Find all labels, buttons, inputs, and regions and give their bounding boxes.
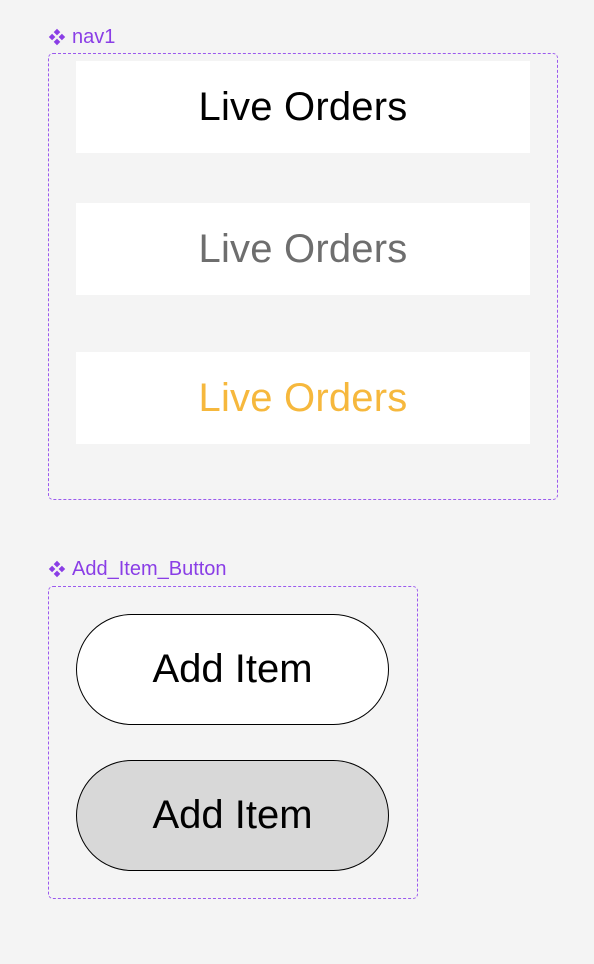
nav-item-label: Live Orders (198, 226, 408, 271)
component-diamond-icon (48, 560, 66, 578)
component-diamond-icon (48, 28, 66, 46)
nav-item-live-orders-muted[interactable]: Live Orders (76, 203, 530, 295)
nav-item-live-orders-active[interactable]: Live Orders (76, 352, 530, 444)
nav-component-name: nav1 (72, 26, 116, 48)
add-item-button-label: Add Item (152, 793, 313, 837)
add-item-button-component-frame: Add Item Add Item (48, 586, 418, 899)
add-item-button-component-name: Add_Item_Button (72, 558, 227, 580)
add-item-button-default[interactable]: Add Item (76, 614, 389, 725)
add-item-button-label: Add Item (152, 647, 313, 691)
nav-item-label: Live Orders (198, 375, 408, 420)
add-item-button-pressed[interactable]: Add Item (76, 760, 389, 871)
nav-item-live-orders-default[interactable]: Live Orders (76, 61, 530, 153)
add-item-button-component-label[interactable]: Add_Item_Button (48, 559, 227, 579)
nav-item-label: Live Orders (198, 84, 408, 129)
nav-component-frame: Live Orders Live Orders Live Orders (48, 53, 558, 500)
nav-component-label[interactable]: nav1 (48, 27, 115, 47)
